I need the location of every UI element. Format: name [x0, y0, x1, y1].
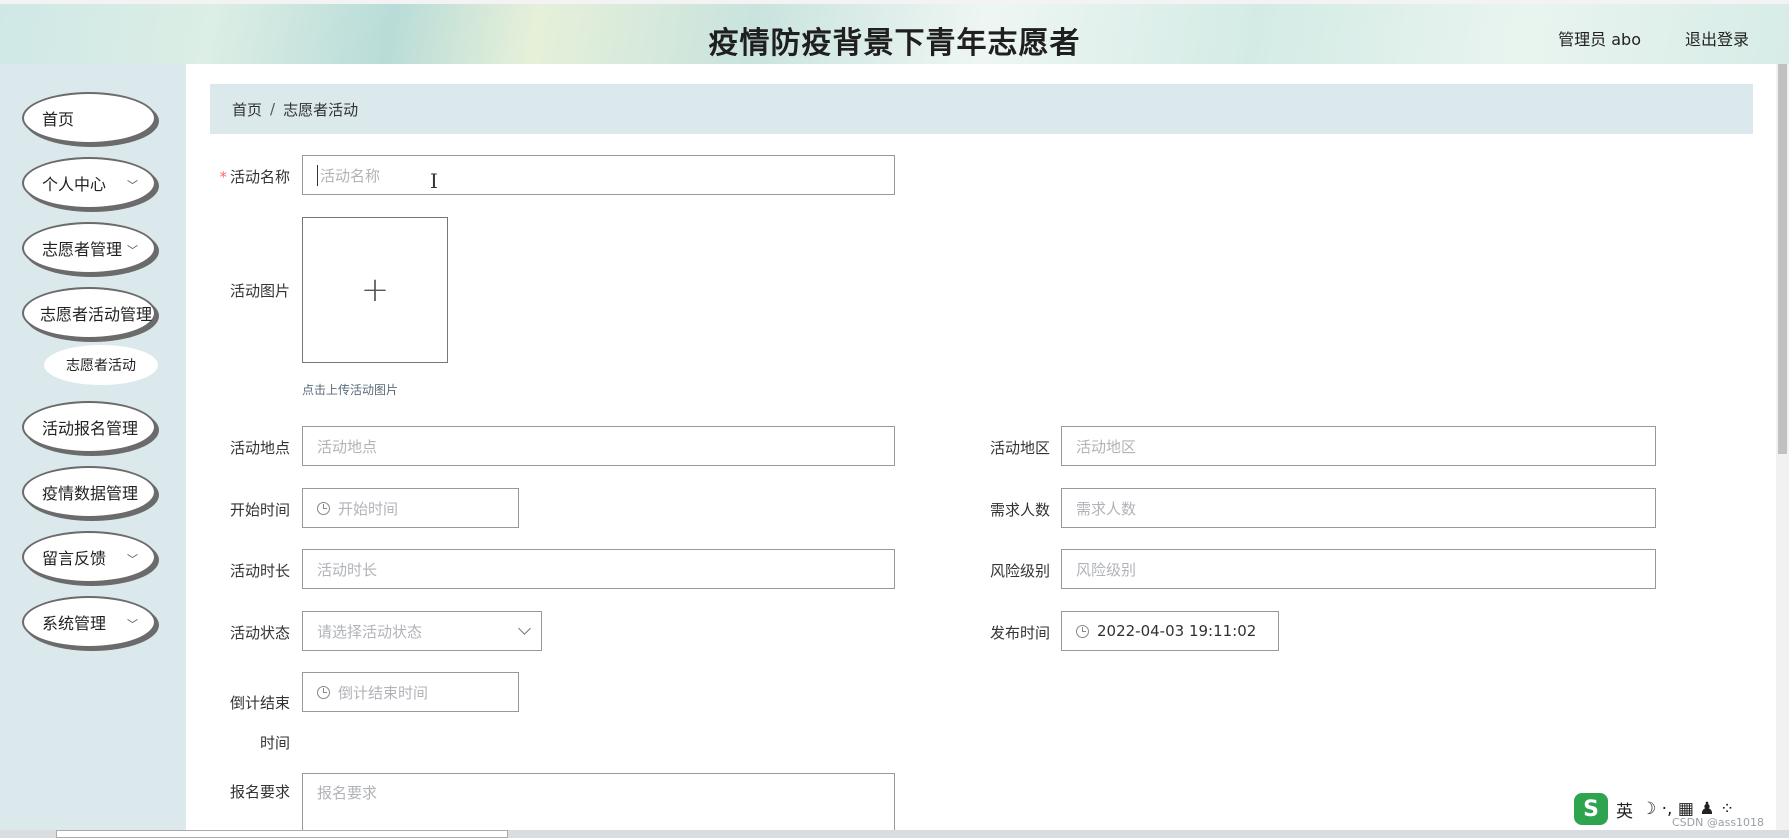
- chevron-down-icon: ﹀: [127, 244, 138, 257]
- sidebar-item-label: 志愿者管理: [42, 240, 123, 259]
- location-label: 活动地点: [229, 439, 290, 457]
- sidebar-subitem-label: 志愿者活动: [66, 358, 136, 374]
- sidebar-item-system-management[interactable]: 系统管理 ﹀: [22, 596, 156, 648]
- region-input[interactable]: 活动地区: [1061, 426, 1656, 466]
- breadcrumb-home[interactable]: 首页: [232, 99, 262, 120]
- publish-time-picker[interactable]: 2022-04-03 19:11:02: [1061, 611, 1279, 651]
- watermark: CSDN @ass1018: [1672, 816, 1765, 829]
- start-time-label: 开始时间: [229, 501, 290, 519]
- clock-icon: [1076, 624, 1089, 638]
- sidebar-item-volunteer-management[interactable]: 志愿者管理 ﹀: [22, 222, 156, 274]
- requirement-label: 报名要求: [229, 783, 290, 801]
- activity-name-input[interactable]: 活动名称: [302, 155, 895, 195]
- chevron-down-icon: ﹀: [127, 179, 138, 192]
- sidebar-item-epidemic-data[interactable]: 疫情数据管理: [22, 466, 156, 518]
- app-header: 疫情防疫背景下青年志愿者 管理员 abo 退出登录: [0, 0, 1789, 64]
- chevron-down-icon: [518, 622, 531, 635]
- risk-label: 风险级别: [989, 562, 1050, 580]
- region-label: 活动地区: [989, 439, 1050, 457]
- duration-label: 活动时长: [229, 562, 290, 580]
- sidebar-item-label: 活动报名管理: [42, 419, 139, 438]
- status-label: 活动状态: [229, 624, 290, 642]
- status-select[interactable]: 请选择活动状态: [302, 611, 542, 651]
- activity-image-label: 活动图片: [229, 282, 290, 300]
- clock-icon: [317, 501, 330, 515]
- chevron-down-icon: ﹀: [127, 618, 138, 631]
- chevron-down-icon: ﹀: [127, 553, 138, 566]
- sidebar-item-feedback[interactable]: 留言反馈 ﹀: [22, 531, 156, 583]
- people-input[interactable]: 需求人数: [1061, 488, 1656, 528]
- sidebar-item-home[interactable]: 首页: [22, 92, 156, 144]
- sidebar-subitem-volunteer-activity[interactable]: 志愿者活动: [44, 345, 158, 385]
- sidebar-item-label: 疫情数据管理: [42, 484, 139, 503]
- sidebar-item-label: 个人中心: [42, 175, 107, 194]
- countdown-label: 倒计结束 时间: [229, 694, 290, 752]
- upload-hint: 点击上传活动图片: [302, 383, 399, 397]
- location-input[interactable]: 活动地点: [302, 426, 895, 466]
- sidebar-item-personal-center[interactable]: 个人中心 ﹀: [22, 157, 156, 209]
- activity-name-label: * 活动名称: [219, 168, 290, 186]
- logout-link[interactable]: 退出登录: [1685, 26, 1749, 50]
- horizontal-scrollbar[interactable]: [0, 830, 1789, 838]
- publish-time-label: 发布时间: [989, 624, 1050, 642]
- text-cursor-icon: I: [430, 169, 438, 193]
- ime-language[interactable]: 英: [1616, 797, 1633, 822]
- sidebar-item-label: 留言反馈: [42, 549, 107, 568]
- app-title: 疫情防疫背景下青年志愿者: [708, 26, 1081, 61]
- countdown-picker[interactable]: 倒计结束时间: [302, 672, 519, 712]
- start-time-picker[interactable]: 开始时间: [302, 488, 519, 528]
- sogou-logo-icon: S: [1574, 793, 1608, 825]
- breadcrumb-current: 志愿者活动: [283, 100, 359, 119]
- scrollbar-thumb[interactable]: [1778, 64, 1787, 454]
- image-upload-button[interactable]: +: [302, 217, 448, 363]
- duration-input[interactable]: 活动时长: [302, 549, 895, 589]
- required-mark: *: [219, 168, 227, 186]
- horizontal-scrollbar-thumb[interactable]: [56, 830, 508, 838]
- people-label: 需求人数: [989, 501, 1050, 519]
- breadcrumb: 首页 / 志愿者活动: [210, 84, 1753, 134]
- sidebar-item-registration-management[interactable]: 活动报名管理: [22, 401, 156, 453]
- sidebar-item-label: 志愿者活动管理: [40, 305, 153, 324]
- risk-input[interactable]: 风险级别: [1061, 549, 1656, 589]
- sidebar-item-label: 首页: [42, 110, 75, 129]
- page-scrollbar[interactable]: [1776, 64, 1789, 838]
- requirement-textarea[interactable]: 报名要求: [302, 773, 895, 833]
- clock-icon: [317, 685, 330, 699]
- sidebar-item-label: 系统管理: [42, 614, 107, 633]
- breadcrumb-separator: /: [270, 100, 276, 118]
- sidebar-item-activity-management[interactable]: 志愿者活动管理: [22, 287, 156, 339]
- plus-icon: +: [360, 270, 390, 310]
- current-user: 管理员 abo: [1558, 30, 1641, 49]
